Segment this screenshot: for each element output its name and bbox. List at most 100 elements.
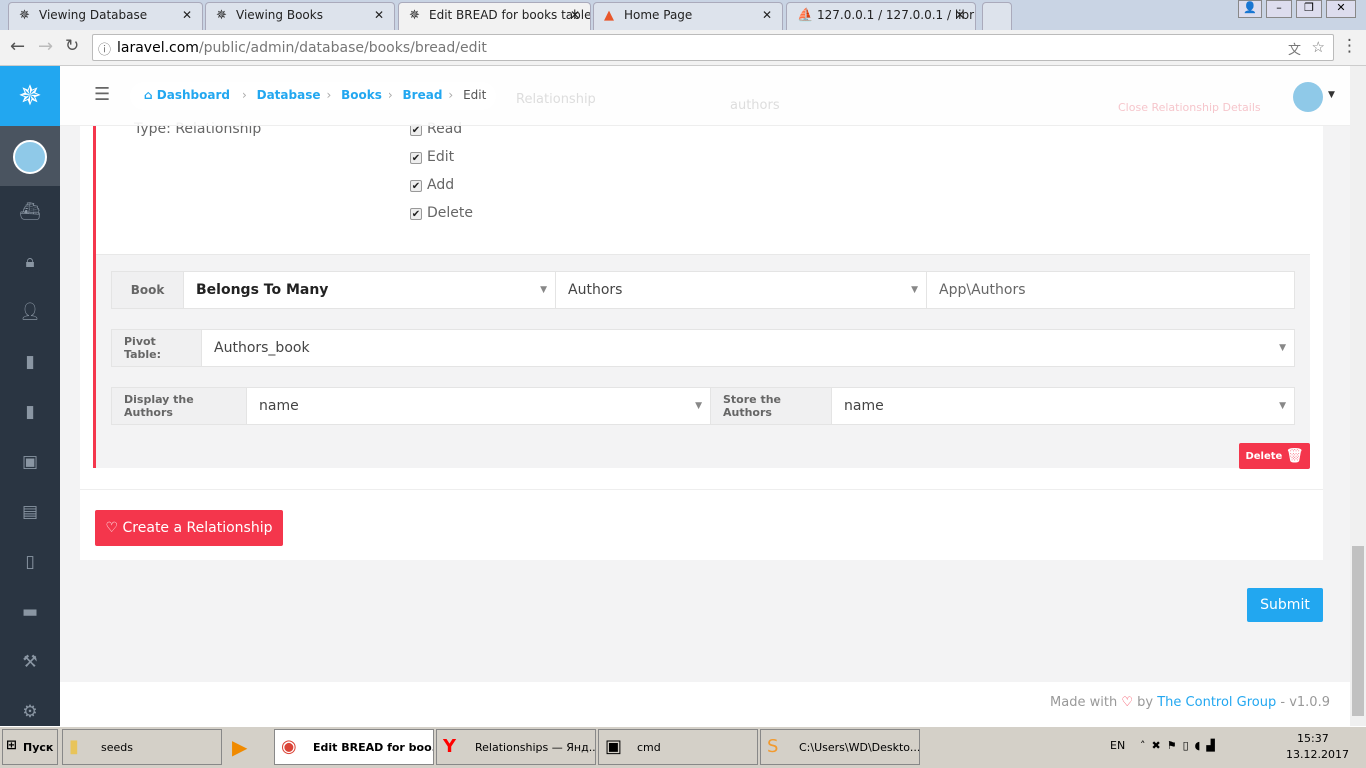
language-indicator[interactable]: EN	[1110, 739, 1125, 752]
close-tab-icon[interactable]: ✕	[374, 8, 384, 22]
heart-icon: ♡	[1121, 695, 1133, 710]
menu-icon[interactable]: ⋮	[1341, 36, 1358, 56]
restore-button[interactable]: ❐	[1296, 0, 1322, 18]
sidebar-item-book2[interactable]: ▮	[0, 402, 60, 422]
back-icon[interactable]: ←	[10, 36, 25, 57]
crumb-books[interactable]: Books	[341, 88, 382, 102]
permission-add[interactable]: ✔ Add	[410, 177, 454, 193]
start-button[interactable]: ⊞ Пуск	[2, 729, 58, 765]
model-class-input[interactable]: App\Authors	[927, 272, 1294, 308]
caret-down-icon: ▼	[540, 285, 547, 295]
media-player-icon[interactable]: ▶	[232, 735, 247, 759]
sidebar-item-news[interactable]: ▤	[0, 502, 60, 522]
taskbar-sublime[interactable]: S C:\Users\WD\Deskto...	[760, 729, 920, 765]
yandex-icon: Y	[443, 736, 457, 757]
trash-icon: 🗑︎	[1285, 448, 1304, 464]
crumb-bread[interactable]: Bread	[403, 88, 443, 102]
avatar	[13, 140, 47, 174]
folder-icon: ▮	[69, 736, 79, 757]
sidebar-item-user[interactable]: 👤︎	[0, 302, 60, 322]
tab-viewing-database[interactable]: ✵ Viewing Database ✕	[8, 2, 203, 30]
tab-edit-bread[interactable]: ✵ Edit BREAD for books table ✕	[398, 2, 591, 30]
sublime-icon: S	[767, 736, 779, 757]
windows-icon: ⊞	[6, 738, 17, 753]
relationship-type-select[interactable]: Belongs To Many ▼	[184, 272, 556, 308]
wheel-icon: ✵	[216, 8, 227, 23]
store-column-select[interactable]: name ▼	[832, 388, 1294, 424]
caret-down-icon: ▼	[695, 401, 702, 411]
voyager-logo-icon[interactable]: ✵	[0, 66, 60, 126]
caret-down-icon: ▼	[1279, 343, 1286, 353]
footer: Made with ♡ by The Control Group - v1.0.…	[60, 682, 1350, 726]
store-label: Store the Authors	[711, 388, 832, 424]
clock-date[interactable]: 13.12.2017	[1286, 748, 1349, 761]
divider	[80, 489, 1323, 490]
model-table-select[interactable]: Authors ▼	[556, 272, 927, 308]
taskbar-chrome[interactable]: ◉ Edit BREAD for boo...	[274, 729, 434, 765]
sidebar-item-folder[interactable]: ▬	[0, 602, 60, 622]
wheel-icon: ✵	[19, 8, 30, 23]
sidebar-item-settings[interactable]: ⚙	[0, 702, 60, 722]
cmd-icon: ▣	[605, 736, 623, 757]
heart-icon: ♡	[105, 520, 119, 536]
relationship-form: Book Belongs To Many ▼ Authors ▼ App\Autho…	[96, 254, 1310, 469]
sidebar-item-lock[interactable]: 🔒︎	[0, 252, 60, 272]
url-input[interactable]: ⓘ laravel.com/public/admin/database/book…	[92, 34, 1334, 61]
caret-down-icon[interactable]: ▼	[1328, 90, 1335, 100]
sidebar: ⛴ 🔒︎ 👤︎ ▮ ▮ ▣ ▤ ▯ ▬ ⚒ ⚙	[0, 66, 60, 726]
forward-icon[interactable]: →	[38, 36, 53, 57]
close-tab-icon[interactable]: ✕	[182, 8, 192, 22]
permission-delete[interactable]: ✔ Delete	[410, 205, 473, 221]
close-window-button[interactable]: ✕	[1326, 0, 1356, 18]
crumb-dashboard[interactable]: ⌂ Dashboard	[144, 88, 236, 102]
hamburger-icon[interactable]: ☰	[94, 84, 110, 105]
sidebar-item-image[interactable]: ▣	[0, 452, 60, 472]
wheel-icon: ✵	[409, 8, 420, 23]
tab-viewing-books[interactable]: ✵ Viewing Books ✕	[205, 2, 395, 30]
star-icon[interactable]: ☆	[1312, 38, 1325, 56]
control-group-link[interactable]: The Control Group	[1157, 695, 1276, 710]
sidebar-item-book[interactable]: ▮	[0, 352, 60, 372]
taskbar-yandex[interactable]: Y Relationships — Янд...	[436, 729, 596, 765]
chrome-icon: ◉	[281, 736, 297, 757]
taskbar-cmd[interactable]: ▣ cmd	[598, 729, 758, 765]
display-column-select[interactable]: name ▼	[247, 388, 711, 424]
sidebar-item-tools[interactable]: ⚒	[0, 652, 60, 672]
tray-icons[interactable]: ˄✖⚑▯◖▟	[1140, 739, 1221, 752]
pivot-label: Pivot Table:	[112, 330, 202, 366]
laravel-icon: ▲	[604, 8, 614, 23]
sidebar-user[interactable]	[0, 126, 60, 186]
user-avatar[interactable]	[1293, 82, 1323, 112]
reload-icon[interactable]: ↻	[65, 36, 79, 56]
translate-icon[interactable]: 文	[1288, 39, 1301, 58]
tab-home-page[interactable]: ▲ Home Page ✕	[593, 2, 783, 30]
display-label: Display the Authors	[112, 388, 247, 424]
pivot-table-select[interactable]: Authors_book ▼	[202, 330, 1294, 366]
close-tab-icon[interactable]: ✕	[955, 8, 965, 22]
close-tab-icon[interactable]: ✕	[570, 8, 580, 22]
create-relationship-button[interactable]: ♡ Create a Relationship	[95, 510, 283, 546]
crumb-database[interactable]: Database	[257, 88, 321, 102]
close-tab-icon[interactable]: ✕	[762, 8, 772, 22]
browser-tab-strip: ✵ Viewing Database ✕ ✵ Viewing Books ✕ ✵ Edit…	[0, 0, 1366, 30]
pma-icon: ⛵	[797, 8, 814, 23]
profile-icon[interactable]: 👤	[1238, 0, 1262, 18]
breadcrumb: ⌂ Dashboard › Database › Books › Bread › Edi…	[130, 82, 496, 110]
caret-down-icon: ▼	[1279, 401, 1286, 411]
new-tab-button[interactable]	[982, 2, 1012, 30]
scrollbar[interactable]	[1350, 66, 1366, 726]
tab-phpmyadmin[interactable]: ⛵ 127.0.0.1 / 127.0.0.1 / libr ✕	[786, 2, 976, 30]
crumb-edit: Edit	[463, 88, 487, 102]
minimize-button[interactable]: –	[1266, 0, 1292, 18]
delete-relationship-button[interactable]: Delete 🗑︎	[1239, 443, 1310, 469]
info-icon: ⓘ	[98, 43, 112, 58]
clock-time[interactable]: 15:37	[1297, 732, 1329, 745]
taskbar: ⊞ Пуск ▮ seeds ▶ ◉ Edit BREAD for boo... YR…	[0, 726, 1366, 768]
submit-button[interactable]: Submit	[1247, 588, 1323, 622]
sidebar-item-ship[interactable]: ⛴	[0, 202, 60, 222]
taskbar-seeds[interactable]: ▮ seeds	[62, 729, 222, 765]
sidebar-item-file[interactable]: ▯	[0, 552, 60, 572]
permission-edit[interactable]: ✔ Edit	[410, 149, 454, 165]
book-label: Book	[112, 272, 184, 308]
caret-down-icon: ▼	[911, 285, 918, 295]
